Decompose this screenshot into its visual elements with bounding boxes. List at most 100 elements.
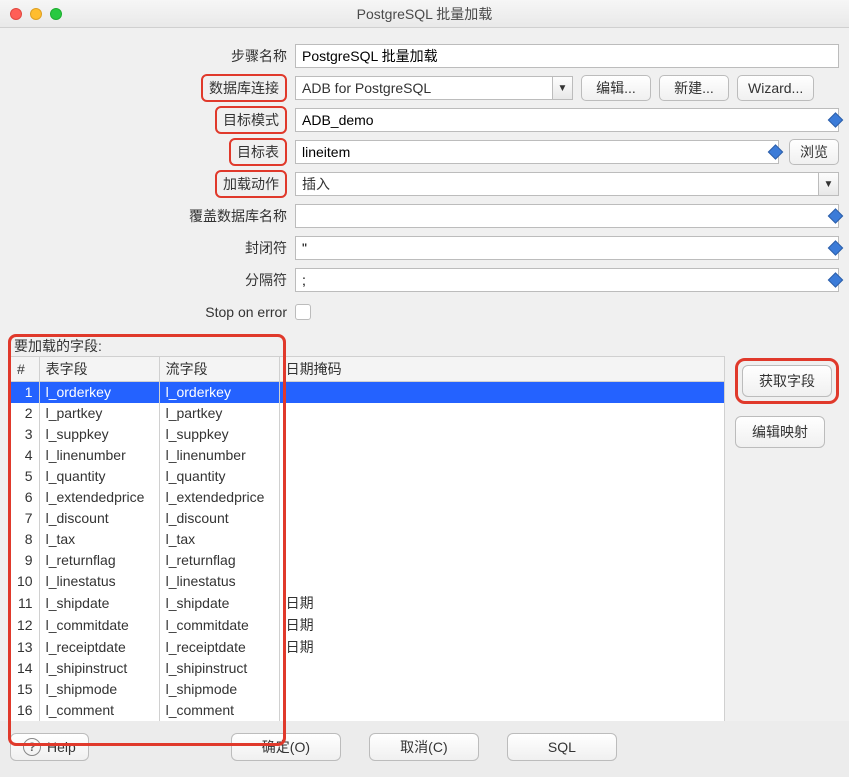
db-connection-select[interactable]: ADB for PostgreSQL ▼	[295, 76, 573, 100]
side-buttons: 获取字段 编辑映射	[735, 336, 839, 448]
titlebar: PostgreSQL 批量加载	[0, 0, 849, 28]
row-table-field: l_returnflag	[39, 550, 159, 571]
row-stream-field: l_tax	[159, 529, 279, 550]
get-fields-button[interactable]: 获取字段	[742, 365, 832, 397]
row-stream-field: l_shipmode	[159, 679, 279, 700]
row-stream-field: l_quantity	[159, 466, 279, 487]
row-table-field: l_comment	[39, 700, 159, 721]
row-table-field: l_shipinstruct	[39, 658, 159, 679]
col-index: #	[11, 357, 40, 382]
table-row[interactable]: 13l_receiptdatel_receiptdate日期	[11, 636, 725, 658]
sql-button[interactable]: SQL	[507, 733, 617, 761]
ok-button[interactable]: 确定(O)	[231, 733, 341, 761]
row-table-field: l_discount	[39, 508, 159, 529]
row-index: 2	[11, 403, 40, 424]
row-date-mask	[279, 445, 724, 466]
row-date-mask	[279, 550, 724, 571]
chevron-down-icon: ▼	[552, 77, 572, 99]
row-date-mask	[279, 529, 724, 550]
row-table-field: l_suppkey	[39, 424, 159, 445]
table-row[interactable]: 10l_linestatusl_linestatus	[11, 571, 725, 592]
col-date-mask: 日期掩码	[279, 357, 724, 382]
enclosure-input[interactable]	[295, 236, 839, 260]
col-table-field: 表字段	[39, 357, 159, 382]
table-row[interactable]: 16l_commentl_comment	[11, 700, 725, 721]
row-index: 7	[11, 508, 40, 529]
table-row[interactable]: 11l_shipdatel_shipdate日期	[11, 592, 725, 614]
fields-table[interactable]: # 表字段 流字段 日期掩码 1l_orderkeyl_orderkey2l_p…	[10, 356, 725, 721]
fields-table-container: 要加载的字段: # 表字段 流字段 日期掩码 1l_orderkeyl_orde…	[10, 336, 725, 721]
row-date-mask	[279, 679, 724, 700]
row-stream-field: l_suppkey	[159, 424, 279, 445]
row-index: 11	[11, 592, 40, 614]
delimiter-input[interactable]	[295, 268, 839, 292]
row-index: 15	[11, 679, 40, 700]
row-date-mask	[279, 487, 724, 508]
row-index: 14	[11, 658, 40, 679]
row-date-mask	[279, 658, 724, 679]
row-date-mask	[279, 508, 724, 529]
help-icon: ?	[23, 738, 41, 756]
dialog-footer: ? Help 确定(O) 取消(C) SQL	[0, 721, 849, 777]
table-row[interactable]: 5l_quantityl_quantity	[11, 466, 725, 487]
row-date-mask	[279, 466, 724, 487]
table-row[interactable]: 4l_linenumberl_linenumber	[11, 445, 725, 466]
new-connection-button[interactable]: 新建...	[659, 75, 729, 101]
row-date-mask	[279, 424, 724, 445]
cancel-button[interactable]: 取消(C)	[369, 733, 479, 761]
row-index: 13	[11, 636, 40, 658]
target-table-input[interactable]	[295, 140, 779, 164]
browse-button[interactable]: 浏览	[789, 139, 839, 165]
target-table-label: 目标表	[229, 138, 287, 166]
step-name-label: 步骤名称	[10, 46, 295, 66]
row-stream-field: l_receiptdate	[159, 636, 279, 658]
table-row[interactable]: 6l_extendedpricel_extendedprice	[11, 487, 725, 508]
load-action-select[interactable]: 插入 ▼	[295, 172, 839, 196]
edit-connection-button[interactable]: 编辑...	[581, 75, 651, 101]
table-row[interactable]: 7l_discountl_discount	[11, 508, 725, 529]
row-table-field: l_linestatus	[39, 571, 159, 592]
row-stream-field: l_shipinstruct	[159, 658, 279, 679]
fields-title: 要加载的字段:	[10, 336, 725, 356]
table-row[interactable]: 3l_suppkeyl_suppkey	[11, 424, 725, 445]
table-row[interactable]: 12l_commitdatel_commitdate日期	[11, 614, 725, 636]
col-stream-field: 流字段	[159, 357, 279, 382]
row-index: 9	[11, 550, 40, 571]
stop-on-error-checkbox[interactable]	[295, 304, 311, 320]
row-table-field: l_commitdate	[39, 614, 159, 636]
row-index: 16	[11, 700, 40, 721]
row-index: 8	[11, 529, 40, 550]
row-table-field: l_linenumber	[39, 445, 159, 466]
row-index: 12	[11, 614, 40, 636]
row-date-mask	[279, 700, 724, 721]
row-date-mask	[279, 382, 724, 403]
dialog-content: 步骤名称 数据库连接 ADB for PostgreSQL ▼ 编辑... 新建…	[0, 28, 849, 721]
table-row[interactable]: 1l_orderkeyl_orderkey	[11, 382, 725, 403]
row-date-mask: 日期	[279, 614, 724, 636]
row-stream-field: l_orderkey	[159, 382, 279, 403]
row-stream-field: l_returnflag	[159, 550, 279, 571]
step-name-input[interactable]	[295, 44, 839, 68]
table-row[interactable]: 8l_taxl_tax	[11, 529, 725, 550]
row-stream-field: l_extendedprice	[159, 487, 279, 508]
load-action-label: 加载动作	[215, 170, 287, 198]
table-row[interactable]: 2l_partkeyl_partkey	[11, 403, 725, 424]
wizard-button[interactable]: Wizard...	[737, 75, 814, 101]
row-date-mask	[279, 403, 724, 424]
enclosure-label: 封闭符	[10, 238, 295, 258]
help-button[interactable]: ? Help	[10, 733, 89, 761]
row-index: 3	[11, 424, 40, 445]
edit-mapping-button[interactable]: 编辑映射	[735, 416, 825, 448]
table-row[interactable]: 14l_shipinstructl_shipinstruct	[11, 658, 725, 679]
row-date-mask: 日期	[279, 592, 724, 614]
row-index: 6	[11, 487, 40, 508]
table-row[interactable]: 9l_returnflagl_returnflag	[11, 550, 725, 571]
stop-on-error-label: Stop on error	[10, 304, 295, 320]
row-stream-field: l_discount	[159, 508, 279, 529]
target-schema-label: 目标模式	[215, 106, 287, 134]
load-action-value: 插入	[302, 174, 330, 194]
row-table-field: l_quantity	[39, 466, 159, 487]
target-schema-input[interactable]	[295, 108, 839, 132]
table-row[interactable]: 15l_shipmodel_shipmode	[11, 679, 725, 700]
override-db-input[interactable]	[295, 204, 839, 228]
